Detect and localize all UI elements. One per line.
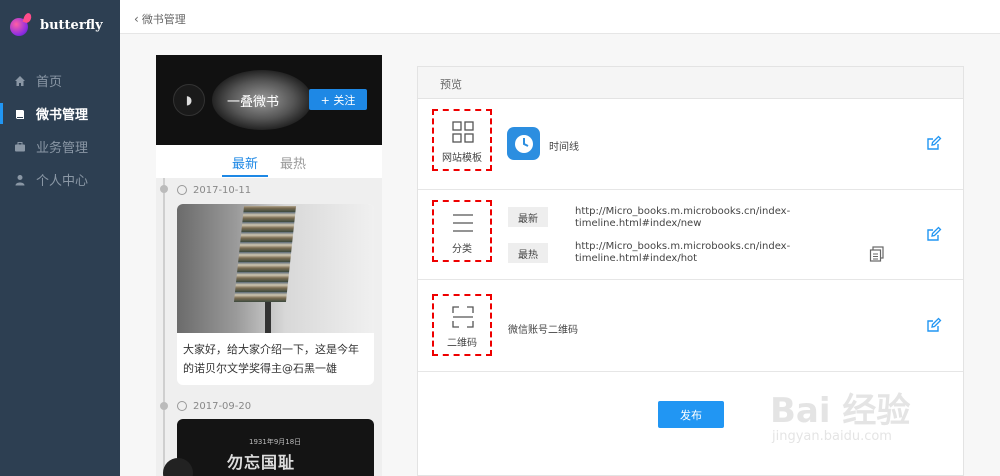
phone-preview: ◗ 一叠微书 + 关注 最新 最热 2017-10-11 大家好，给大家介绍一下… [156,55,382,476]
category-label: 分类 [452,244,472,255]
tab-indicator [222,175,268,177]
post-image [177,204,374,333]
poster-title: 勿忘国耻 [227,453,296,472]
timeline-dot [160,402,168,410]
grid-icon [452,121,474,143]
sidebar-item-home[interactable]: 首页 [0,64,120,97]
post-date: 2017-10-11 [193,185,252,196]
category-url-latest: http://Micro_books.m.microbooks.cn/index… [575,206,791,229]
category-tile[interactable]: 分类 [432,200,492,262]
qrcode-tile[interactable]: 二维码 [432,294,492,356]
stand [265,302,271,333]
qrcode-value: 微信账号二维码 [508,325,578,336]
panel-title: 预览 [440,78,462,91]
clock-icon [177,401,187,411]
sidebar-item-profile[interactable]: 个人中心 [0,163,120,196]
chevron-left-icon: ‹ [134,12,139,26]
template-value: 时间线 [549,142,579,153]
avatar: ◗ [173,84,205,116]
sidebar-item-label: 个人中心 [36,174,89,189]
sidebar-item-books[interactable]: 微书管理 [0,97,120,130]
post-text: 大家好，给大家介绍一下，这是今年的诺贝尔文学奖得主@石黑一雄 [183,343,359,375]
breadcrumb[interactable]: ‹ 微书管理 [134,11,186,27]
sidebar-item-label: 微书管理 [36,108,89,123]
edit-icon[interactable] [926,226,942,242]
briefcase-icon [15,141,25,151]
tab-latest[interactable]: 最新 [232,153,258,172]
sidebar-item-label: 首页 [36,75,63,90]
timeline-line [163,178,165,476]
watermark-main: Bai 经验 [770,391,911,431]
profile-name: 一叠微书 [227,95,280,110]
category-url-hot: http://Micro_books.m.microbooks.cn/index… [575,241,791,264]
profile-banner: ◗ 一叠微书 + 关注 [156,55,382,145]
category-tag-latest[interactable]: 最新 [508,207,548,227]
logo[interactable]: butterfly [10,12,103,38]
publish-button[interactable]: 发布 [658,401,724,428]
top-bar [120,0,1000,34]
sidebar-item-label: 业务管理 [36,141,89,156]
edit-icon[interactable] [926,135,942,151]
template-label: 网站模板 [442,153,482,164]
baidu-watermark: Bai 经验 jingyan.baidu.com [760,365,990,465]
tab-hot[interactable]: 最热 [280,153,306,172]
post-card[interactable]: 大家好，给大家介绍一下，这是今年的诺贝尔文学奖得主@石黑一雄 [177,204,374,385]
brand-name: butterfly [40,17,103,33]
sidebar-nav: 首页 微书管理 业务管理 个人中心 [0,64,120,196]
template-tile[interactable]: 网站模板 [432,109,492,171]
butterfly-logo-icon [10,12,36,38]
timeline-dot [160,185,168,193]
timeline-app-icon [507,127,540,160]
book-stack-image [233,206,297,302]
row-divider [418,279,963,280]
book-icon [16,109,24,119]
panel-header: 预览 [418,67,963,99]
post-card[interactable]: 1931年9月18日 勿忘国耻 [177,419,374,476]
post-date: 2017-09-20 [193,401,252,412]
copy-icon[interactable] [869,246,885,262]
category-tag-hot[interactable]: 最热 [508,243,548,263]
clock-icon [177,185,187,195]
scan-icon [452,306,474,328]
user-icon [15,174,25,185]
home-icon [15,75,25,86]
follow-button[interactable]: + 关注 [309,89,367,110]
edit-icon[interactable] [926,317,942,333]
feed-tabs: 最新 最热 [156,145,382,178]
sidebar: butterfly 首页 微书管理 业务管理 个人中心 [0,0,120,476]
breadcrumb-label: 微书管理 [141,13,186,26]
row-divider [418,189,963,190]
sidebar-item-business[interactable]: 业务管理 [0,130,120,163]
poster-subtitle: 1931年9月18日 [249,438,302,446]
watermark-sub: jingyan.baidu.com [772,429,892,444]
qrcode-label: 二维码 [447,338,477,349]
list-icon [453,214,473,232]
